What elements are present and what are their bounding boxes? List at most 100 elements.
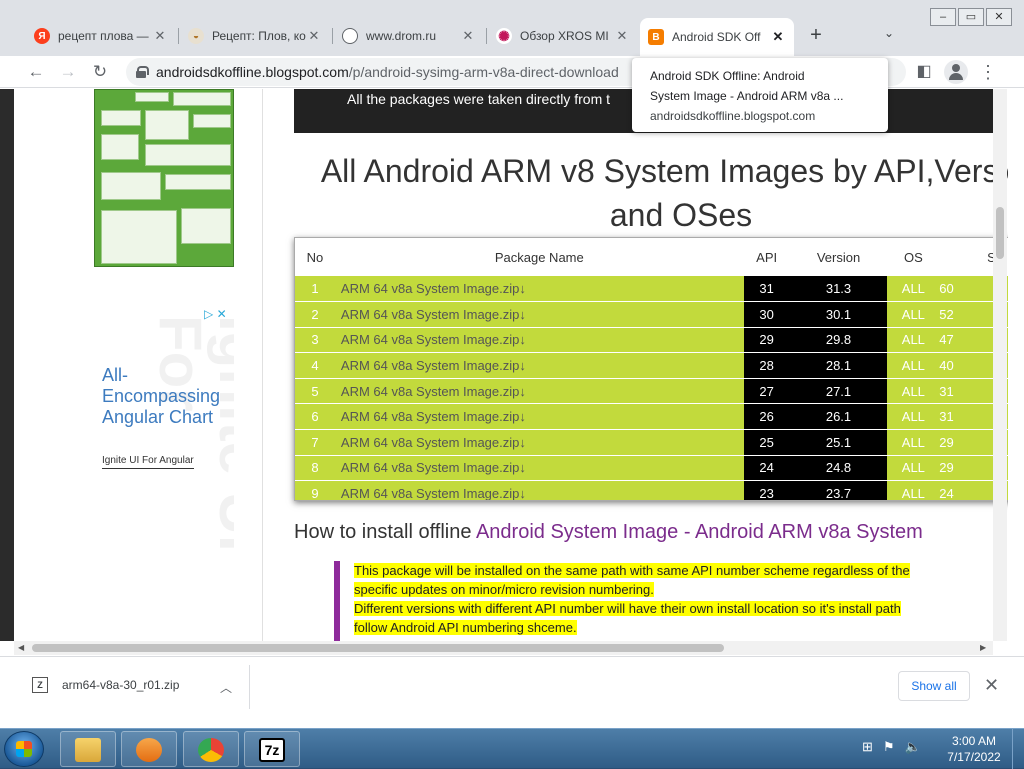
- scroll-right-arrow-icon[interactable]: ▶: [980, 643, 986, 652]
- row-number: 7: [295, 429, 335, 456]
- page-content: Ignite UI For ▷ ✕ All-Encompassing Angul…: [0, 89, 1008, 641]
- api-level: 31: [743, 276, 790, 303]
- download-item[interactable]: Z arm64-v8a-30_r01.zip: [32, 677, 179, 693]
- profile-avatar-icon[interactable]: [944, 60, 968, 84]
- install-heading-link[interactable]: Android System Image - Android ARM v8a S…: [476, 521, 923, 543]
- os-value: ALL: [887, 378, 940, 405]
- chevron-up-icon[interactable]: ︿: [220, 679, 232, 696]
- close-icon[interactable]: ✕: [306, 28, 322, 44]
- tab-search-chevron-icon[interactable]: ⌄: [884, 26, 894, 40]
- url-path: /p/android-sysimg-arm-v8a-direct-downloa…: [348, 64, 619, 80]
- close-icon[interactable]: ✕: [614, 28, 630, 44]
- package-download-link[interactable]: ARM 64 v8a System Image.zip↓: [334, 327, 744, 354]
- forward-arrow-icon[interactable]: →: [56, 60, 80, 84]
- ad-link[interactable]: Ignite UI For Angular: [102, 455, 194, 469]
- close-icon[interactable]: ✕: [152, 28, 168, 44]
- close-download-shelf-icon[interactable]: ✕: [984, 675, 999, 696]
- show-all-button[interactable]: Show all: [898, 671, 970, 701]
- yandex-icon: Я: [34, 28, 50, 44]
- os-value: ALL: [887, 301, 940, 328]
- flag-icon[interactable]: ⚑: [883, 739, 895, 755]
- tab-title: Android SDK Off: [672, 30, 761, 44]
- close-icon[interactable]: ✕: [770, 29, 786, 45]
- taskbar-clock[interactable]: 3:00 AM 7/17/2022: [944, 733, 1004, 765]
- package-download-link[interactable]: ARM 64 v8a System Image.zip↓: [334, 480, 744, 500]
- tab-drom[interactable]: www.drom.ru ✕: [334, 20, 484, 52]
- 7zip-icon[interactable]: 7z: [244, 731, 300, 767]
- ad-banner[interactable]: Ignite UI For ▷ ✕ All-Encompassing Angul…: [94, 303, 234, 641]
- media-player-icon[interactable]: [121, 731, 177, 767]
- tab-title: Обзор XROS MI: [520, 29, 609, 43]
- api-level: 27: [743, 378, 790, 405]
- install-note: This package will be installed on the sa…: [334, 561, 1008, 641]
- clock-date: 7/17/2022: [947, 750, 1001, 764]
- package-download-link[interactable]: ARM 64 v8a System Image.zip↓: [334, 403, 744, 431]
- maximize-button[interactable]: ▭: [958, 8, 984, 26]
- package-download-link[interactable]: ARM 64 v8a System Image.zip↓: [334, 455, 744, 482]
- page-title: All Android ARM v8 System Images by API,…: [320, 153, 1008, 233]
- os-value: ALL: [887, 327, 940, 354]
- chrome-icon[interactable]: [183, 731, 239, 767]
- windows-taskbar: 7z ⊞ ⚑ 🔈 3:00 AM 7/17/2022: [0, 728, 1024, 769]
- menu-kebab-icon[interactable]: ⋮: [976, 60, 1000, 84]
- header-version: Version: [816, 249, 861, 265]
- window-controls: – ▭ ✕: [930, 8, 1012, 26]
- tab-android-sdk[interactable]: B Android SDK Off ✕: [640, 18, 794, 56]
- os-value: ALL: [887, 455, 940, 482]
- package-download-link[interactable]: ARM 64 v8a System Image.zip↓: [334, 429, 744, 456]
- reload-icon[interactable]: ↻: [88, 60, 112, 84]
- package-download-link[interactable]: ARM 64 v8a System Image.zip↓: [334, 301, 744, 328]
- system-tray: ⊞ ⚑ 🔈: [862, 739, 921, 755]
- version-number: 29.8: [789, 327, 888, 354]
- api-level: 24: [743, 455, 790, 482]
- api-level: 23: [743, 480, 790, 500]
- version-number: 27.1: [789, 378, 888, 405]
- network-icon[interactable]: ⊞: [862, 739, 873, 755]
- lock-icon[interactable]: [136, 66, 149, 78]
- horizontal-scroll-thumb[interactable]: [32, 644, 724, 652]
- package-download-link[interactable]: ARM 64 v8a System Image.zip↓: [334, 352, 744, 379]
- vertical-scroll-thumb[interactable]: [996, 207, 1004, 259]
- version-number: 23.7: [789, 480, 888, 500]
- os-value: ALL: [887, 276, 940, 303]
- row-number: 9: [295, 480, 335, 500]
- tooltip-title-line1: Android SDK Offline: Android: [650, 69, 805, 83]
- back-arrow-icon[interactable]: ←: [24, 60, 48, 84]
- tab-recipe[interactable]: ◒ Рецепт: Плов, ко ✕: [180, 20, 330, 52]
- ad-title[interactable]: All-Encompassing Angular Chart: [102, 365, 232, 428]
- show-desktop-button[interactable]: [1012, 729, 1024, 769]
- package-download-link[interactable]: ARM 64 v8a System Image.zip↓: [334, 378, 744, 405]
- table-row: 9 ARM 64 v8a System Image.zip↓ 23 23.7 ALL 24: [295, 480, 1008, 500]
- tab-title: рецепт плова —: [58, 29, 149, 43]
- version-number: 31.3: [789, 276, 888, 303]
- note-line: follow Android API numbering shceme.: [354, 620, 577, 635]
- horizontal-scrollbar[interactable]: ◀ ▶: [14, 641, 993, 655]
- tooltip-title-line2: System Image - Android ARM v8a ...: [650, 89, 844, 103]
- row-number: 4: [295, 352, 335, 379]
- volume-icon[interactable]: 🔈: [905, 739, 921, 755]
- package-download-link[interactable]: ARM 64 v8a System Image.zip↓: [334, 276, 744, 303]
- table-header-row: No Package Name API Version OS Siz: [295, 238, 1008, 276]
- new-tab-button[interactable]: +: [806, 24, 826, 48]
- infographic-thumbnail[interactable]: [94, 89, 234, 267]
- note-line: This package will be installed on the sa…: [354, 563, 910, 578]
- scroll-left-arrow-icon[interactable]: ◀: [18, 643, 24, 652]
- left-dark-strip: [0, 89, 14, 641]
- zip-file-icon: Z: [32, 677, 48, 693]
- ad-choices-icon[interactable]: ▷ ✕: [204, 307, 227, 321]
- start-button[interactable]: [4, 731, 44, 767]
- chrome-window: Я рецепт плова — ✕ ◒ Рецепт: Плов, ко ✕ …: [0, 0, 1024, 728]
- header-package-name: Package Name: [494, 249, 584, 265]
- close-window-button[interactable]: ✕: [986, 8, 1012, 26]
- side-panel-icon[interactable]: ◧: [912, 60, 936, 84]
- minimize-button[interactable]: –: [930, 8, 956, 26]
- table-row: 2 ARM 64 v8a System Image.zip↓ 30 30.1 ALL 52: [295, 301, 1008, 328]
- tab-recipe-search[interactable]: Я рецепт плова — ✕: [26, 20, 176, 52]
- table-row: 6 ARM 64 v8a System Image.zip↓ 26 26.1 ALL 31: [295, 403, 1008, 431]
- api-level: 29: [743, 327, 790, 354]
- explorer-icon[interactable]: [60, 731, 116, 767]
- tab-xros[interactable]: ✺ Обзор XROS MI ✕: [488, 20, 638, 52]
- close-icon[interactable]: ✕: [460, 28, 476, 44]
- version-number: 24.8: [789, 455, 888, 482]
- vertical-scrollbar[interactable]: [993, 89, 1007, 641]
